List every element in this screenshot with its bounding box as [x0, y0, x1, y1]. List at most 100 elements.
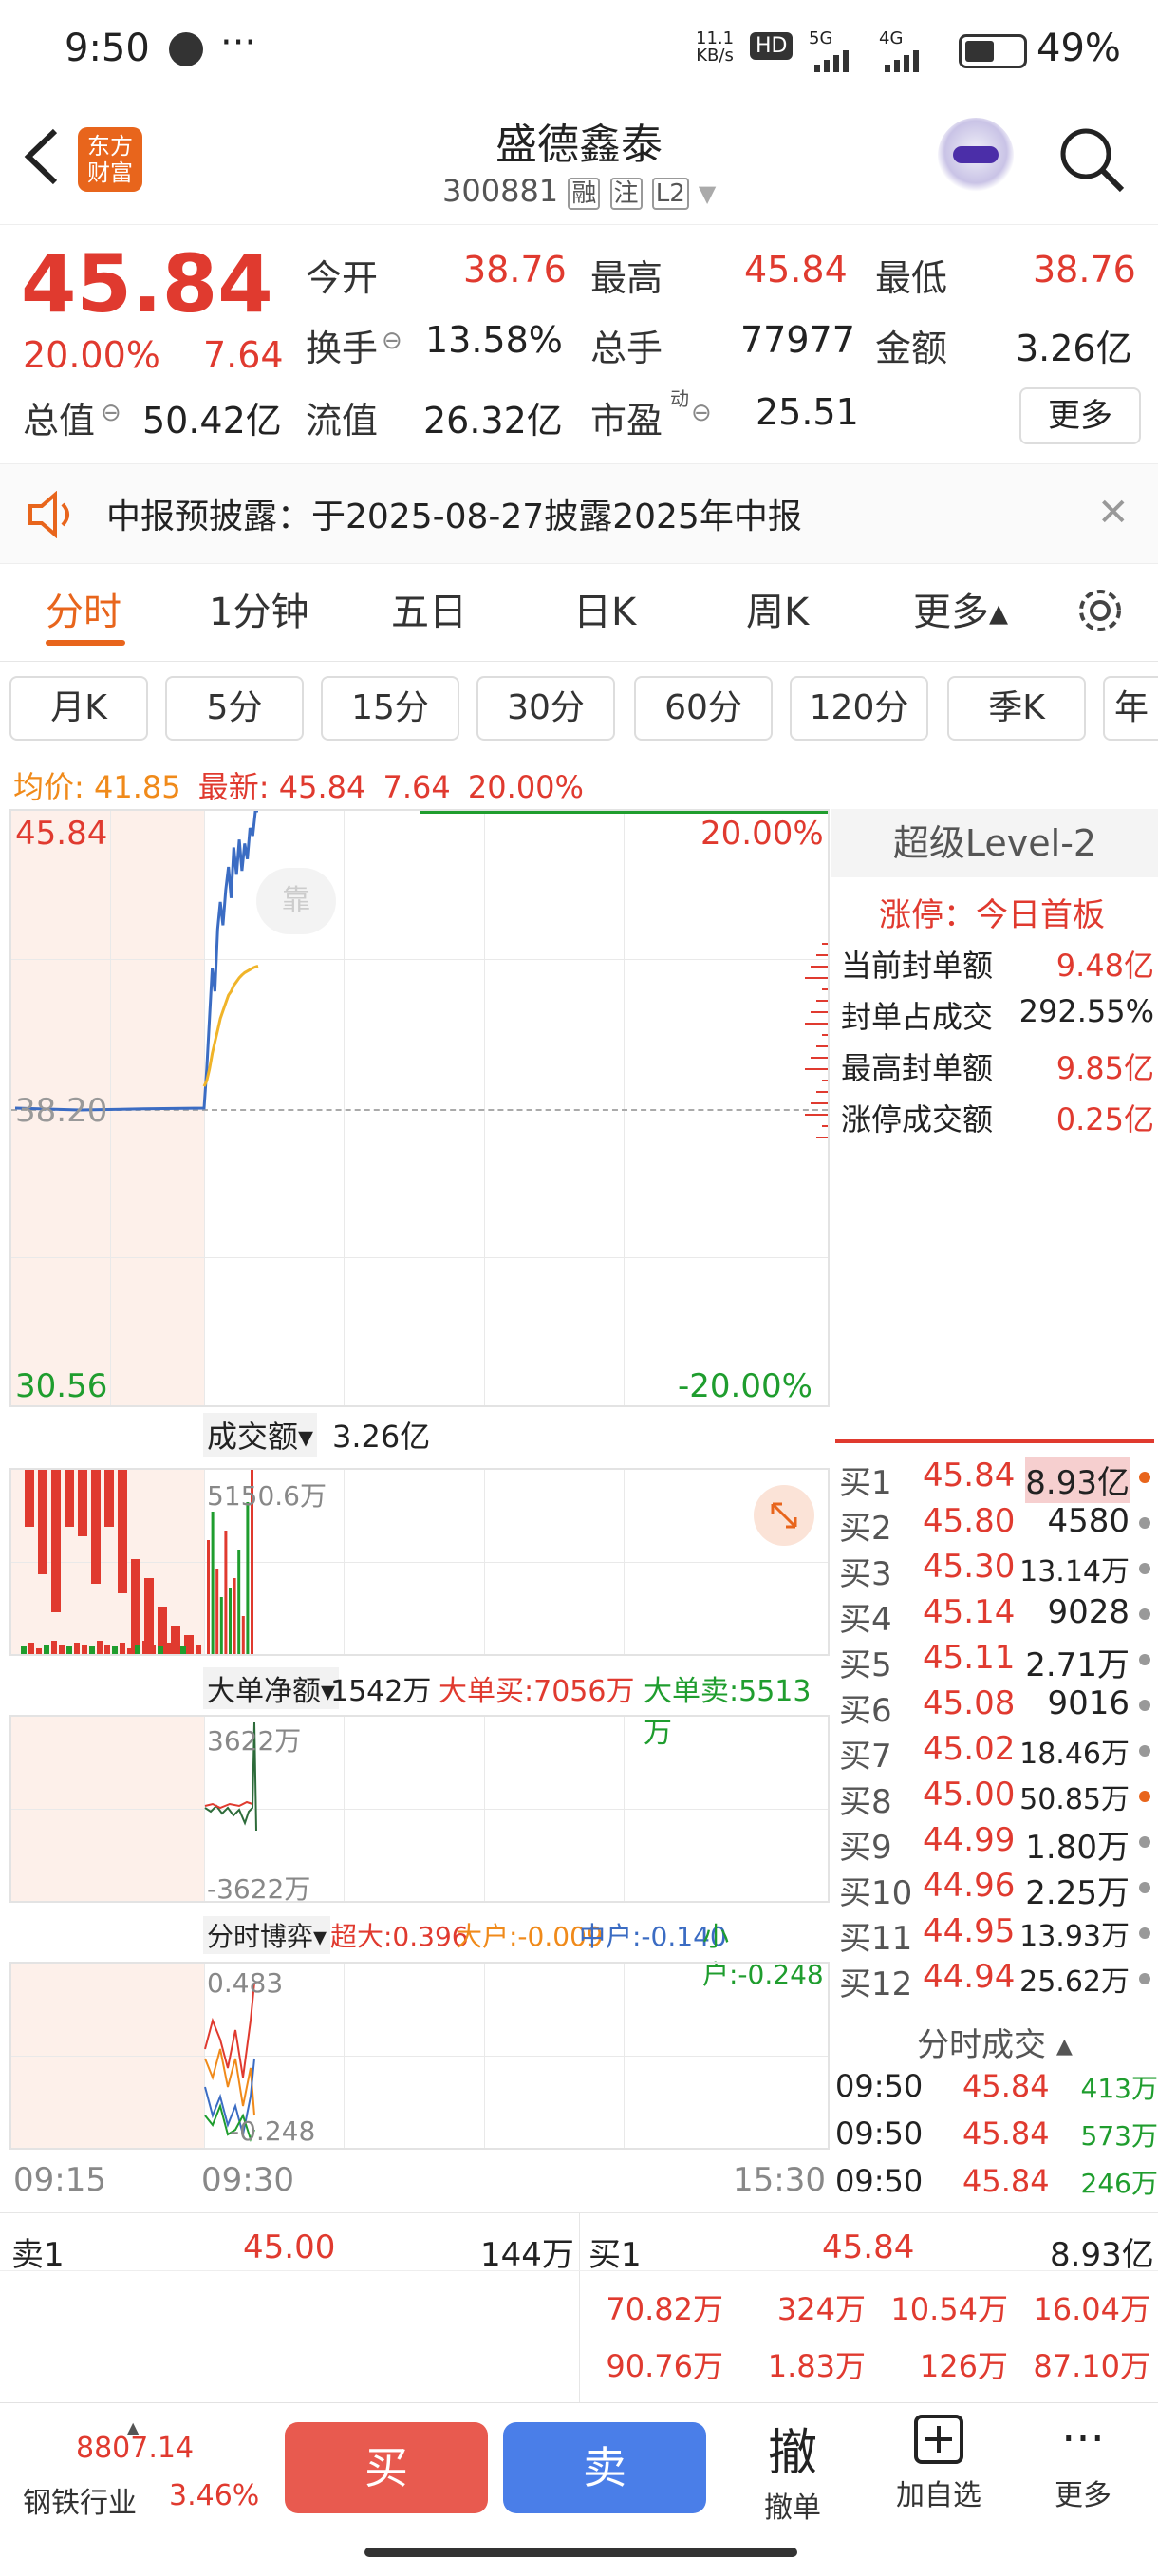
- volume-bar: [142, 1641, 148, 1654]
- price-chart[interactable]: 45.84 38.20 30.56 20.00% -20.00% 靠: [9, 809, 830, 1407]
- orderbook-row[interactable]: 买9 44.99 1.80万: [835, 1821, 1158, 1867]
- orderbook-row[interactable]: 买2 45.80 4580: [835, 1502, 1158, 1548]
- orderbook-row[interactable]: 买11 44.95 13.93万: [835, 1912, 1158, 1958]
- subtab-15min[interactable]: 15分: [321, 676, 459, 741]
- ai-assistant-avatar[interactable]: [938, 118, 1014, 194]
- ob-label: 买8: [839, 1783, 892, 1821]
- ob-vol: 2.25万: [1025, 1874, 1130, 1912]
- stock-code-row[interactable]: 300881 融 注 L2 ▼: [442, 173, 716, 210]
- stat-value: 9.48亿: [1055, 948, 1154, 984]
- amount-value: 3.26亿: [1016, 328, 1132, 369]
- volume-bar: [65, 1470, 74, 1527]
- volume-bar: [66, 1646, 72, 1654]
- turnover-info-icon[interactable]: ⊖: [382, 327, 402, 355]
- tab-weekly[interactable]: 周K: [746, 581, 809, 636]
- ob-label: 买6: [839, 1692, 892, 1730]
- ob-dot: [1139, 1517, 1150, 1529]
- volume-bar: [180, 1646, 186, 1654]
- game-min: -0.248: [230, 2115, 316, 2147]
- volume-bar: [82, 1645, 87, 1654]
- cancel-order-button[interactable]: 撤 撤单: [731, 2413, 854, 2526]
- tab-daily[interactable]: 日K: [573, 581, 636, 636]
- volume-chart[interactable]: 5150.6万: [9, 1468, 830, 1656]
- high-value: 45.84: [744, 249, 848, 291]
- ob-price: 45.08: [923, 1684, 1016, 1722]
- pe-info-icon[interactable]: ⊖: [691, 399, 712, 427]
- ob-vol: 1.80万: [1025, 1829, 1130, 1867]
- mktcap-info-icon[interactable]: ⊖: [101, 399, 121, 427]
- orderbook-row[interactable]: 买7 45.02 18.46万: [835, 1730, 1158, 1776]
- orderbook-row[interactable]: 买12 44.94 25.62万: [835, 1958, 1158, 2003]
- queue-cell: 1.83万: [767, 2348, 866, 2384]
- more-menu-button[interactable]: ··· 更多: [1021, 2413, 1145, 2513]
- buy-button[interactable]: 买: [285, 2422, 488, 2513]
- signal-bars-icon: [814, 47, 871, 76]
- queue-cell: 126万: [919, 2348, 1008, 2384]
- tab-intraday[interactable]: 分时: [46, 581, 121, 636]
- volume-bar: [219, 1597, 223, 1654]
- add-watchlist-button[interactable]: 加自选: [877, 2413, 1000, 2513]
- ob-vol: 13.14万: [1019, 1555, 1130, 1589]
- game-lines: [204, 1982, 255, 2142]
- volume-bar: [25, 1470, 34, 1527]
- netflow-selector[interactable]: 大单净额▾: [203, 1667, 340, 1709]
- orderbook-row[interactable]: 买10 44.96 2.25万: [835, 1867, 1158, 1912]
- subtab-monthly[interactable]: 月K: [9, 676, 148, 741]
- orderbook-row[interactable]: 买6 45.08 9016: [835, 1684, 1158, 1730]
- tab-more[interactable]: 更多▴: [913, 581, 1008, 636]
- sell-button[interactable]: 卖: [503, 2422, 706, 2513]
- index-name[interactable]: 钢铁行业: [23, 2479, 137, 2521]
- orderbook-row[interactable]: 买5 45.11 2.71万: [835, 1639, 1158, 1684]
- y-axis-top: 45.84: [15, 815, 108, 853]
- volume-selector[interactable]: 成交额▾: [203, 1413, 318, 1457]
- game-selector[interactable]: 分时博弈▾: [203, 1916, 331, 1954]
- open-label: 今开: [306, 257, 379, 299]
- queue-cell: 324万: [776, 2291, 866, 2327]
- orderbook-row[interactable]: 买3 45.30 13.14万: [835, 1548, 1158, 1593]
- tick-vol: 573万: [1080, 2120, 1158, 2152]
- buy1-label: 买1: [588, 2236, 642, 2274]
- subtab-quarterly[interactable]: 季K: [947, 676, 1086, 741]
- subtab-5min[interactable]: 5分: [165, 676, 304, 741]
- y-axis-bottom: 30.56: [15, 1367, 108, 1405]
- bottom-quotes: 卖1 45.00 144万 买1 45.84 8.93亿 70.82万 324万 1…: [0, 2212, 1158, 2403]
- volume-bar: [59, 1645, 65, 1654]
- volume-bar: [224, 1531, 228, 1654]
- back-icon[interactable]: [21, 125, 63, 192]
- super-large: 超大:0.396: [330, 1921, 469, 1952]
- subtab-120min[interactable]: 120分: [790, 676, 928, 741]
- orderbook-row[interactable]: 买1 45.84 8.93亿: [835, 1457, 1158, 1503]
- settings-icon[interactable]: [1074, 585, 1126, 640]
- ob-vol: 8.93亿: [1025, 1457, 1130, 1503]
- more-button[interactable]: 更多: [1019, 387, 1141, 444]
- cancel-label: 撤单: [764, 2491, 821, 2525]
- subtab-30min[interactable]: 30分: [476, 676, 615, 741]
- tab-5day[interactable]: 五日: [391, 581, 467, 636]
- expand-icon[interactable]: [754, 1485, 814, 1546]
- volume-bar: [246, 1502, 250, 1654]
- ob-vol: 9016: [1047, 1684, 1130, 1722]
- ob-vol: 25.62万: [1019, 1965, 1130, 1999]
- subtab-yearly[interactable]: 年: [1103, 676, 1158, 741]
- close-icon[interactable]: ✕: [1097, 491, 1130, 535]
- notice-bar[interactable]: 中报预披露：于2025-08-27披露2025年中报 ✕: [0, 463, 1158, 564]
- netflow-min: -3622万: [207, 1873, 311, 1905]
- search-icon[interactable]: [1055, 123, 1128, 199]
- netflow-chart[interactable]: 3622万 -3622万: [9, 1715, 830, 1905]
- orderbook-row[interactable]: 买4 45.14 9028: [835, 1593, 1158, 1639]
- volume-bar: [173, 1645, 178, 1654]
- tick-row: 09:50 45.84 573万: [831, 2115, 1158, 2163]
- sell1-vol: 144万: [480, 2236, 574, 2274]
- more-dots-icon: ···: [1061, 2413, 1105, 2466]
- game-chart[interactable]: 0.483 -0.248: [9, 1962, 830, 2150]
- ob-price: 45.84: [923, 1457, 1016, 1495]
- ob-dot: [1139, 1836, 1150, 1848]
- hd-icon: HD: [750, 32, 794, 60]
- ticks-header[interactable]: 分时成交 ▴: [831, 2019, 1158, 2068]
- avg-value: 41.85: [93, 769, 181, 805]
- volume-bar: [91, 1470, 101, 1584]
- subtab-60min[interactable]: 60分: [634, 676, 773, 741]
- orderbook-row[interactable]: 买8 45.00 50.85万: [835, 1776, 1158, 1821]
- tab-1min[interactable]: 1分钟: [209, 581, 308, 636]
- level2-title[interactable]: 超级Level-2: [831, 809, 1158, 877]
